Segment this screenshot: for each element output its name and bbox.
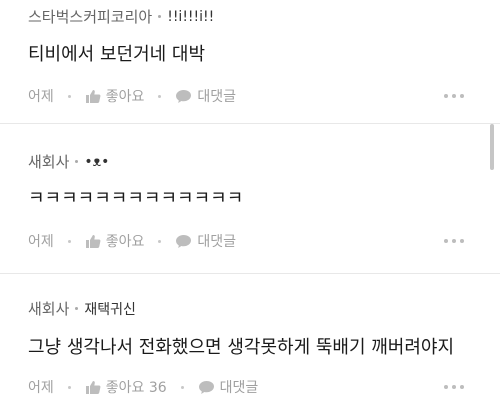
like-label: 좋아요 [105, 89, 145, 105]
reply-label: 대댓글 [197, 234, 237, 250]
reply-button[interactable]: 대댓글 [175, 86, 236, 106]
action-separator-dot [67, 94, 71, 98]
comment-item: 새회사 재택귀신 그냥 생각나서 전화했으면 생각못하게 뚝배기 깨버려야지 어… [0, 273, 500, 417]
action-separator-dot [67, 385, 71, 389]
comment-actions: 어제 좋아요 36 대댓글 [28, 377, 500, 397]
reply-button[interactable]: 대댓글 [198, 377, 259, 397]
comment-nickname: !!i!!!i!! [167, 8, 215, 25]
comment-meta: 스타벅스커피코리아 !!i!!!i!! [28, 6, 214, 27]
comment-nickname: •ᴥ• [84, 154, 110, 170]
comment-item: 스타벅스커피코리아 !!i!!!i!! 티비에서 보던거네 대박 어제 좋아요 … [0, 0, 500, 123]
reply-label: 대댓글 [197, 89, 237, 105]
meta-separator-dot [158, 15, 162, 18]
speech-bubble-icon [198, 380, 215, 395]
comment-actions: 어제 좋아요 대댓글 [28, 231, 500, 251]
more-options-icon[interactable] [444, 385, 464, 389]
meta-separator-dot [75, 160, 79, 163]
comment-author[interactable]: 새회사 [28, 298, 69, 319]
like-label: 좋아요 [105, 234, 145, 250]
comment-nickname: 재택귀신 [84, 301, 136, 318]
speech-bubble-icon [175, 234, 192, 249]
speech-bubble-icon [175, 89, 192, 104]
comment-time: 어제 [28, 234, 54, 250]
like-button[interactable]: 좋아요 [85, 86, 145, 106]
comment-actions: 어제 좋아요 대댓글 [28, 86, 500, 106]
comment-text: 그냥 생각나서 전화했으면 생각못하게 뚝배기 깨버려야지 [28, 337, 455, 358]
comment-time: 어제 [28, 380, 54, 396]
thumbs-up-icon [85, 234, 101, 249]
scrollbar-thumb[interactable] [490, 124, 494, 170]
reply-button[interactable]: 대댓글 [175, 231, 236, 251]
comment-meta: 새회사 •ᴥ• [28, 151, 109, 172]
more-options-icon[interactable] [444, 239, 464, 243]
comment-text: 티비에서 보던거네 대박 [28, 44, 206, 65]
comment-meta: 새회사 재택귀신 [28, 298, 136, 319]
like-button[interactable]: 좋아요 [85, 231, 145, 251]
reply-label: 대댓글 [219, 380, 259, 396]
action-separator-dot [180, 385, 184, 389]
comment-feed: 스타벅스커피코리아 !!i!!!i!! 티비에서 보던거네 대박 어제 좋아요 … [0, 0, 500, 417]
action-separator-dot [158, 94, 162, 98]
more-options-icon[interactable] [444, 94, 464, 98]
comment-author[interactable]: 새회사 [28, 151, 69, 172]
comment-text: ㅋㅋㅋㅋㅋㅋㅋㅋㅋㅋㅋㅋㅋ [28, 188, 244, 209]
thumbs-up-icon [85, 380, 101, 395]
action-separator-dot [67, 239, 71, 243]
like-button[interactable]: 좋아요 36 [85, 377, 167, 397]
action-separator-dot [158, 239, 162, 243]
like-label: 좋아요 36 [105, 380, 167, 396]
comment-author[interactable]: 스타벅스커피코리아 [28, 6, 152, 27]
meta-separator-dot [75, 307, 79, 310]
comment-time: 어제 [28, 89, 54, 105]
thumbs-up-icon [85, 89, 101, 104]
comment-item: 새회사 •ᴥ• ㅋㅋㅋㅋㅋㅋㅋㅋㅋㅋㅋㅋㅋ 어제 좋아요 대댓글 [0, 123, 500, 273]
